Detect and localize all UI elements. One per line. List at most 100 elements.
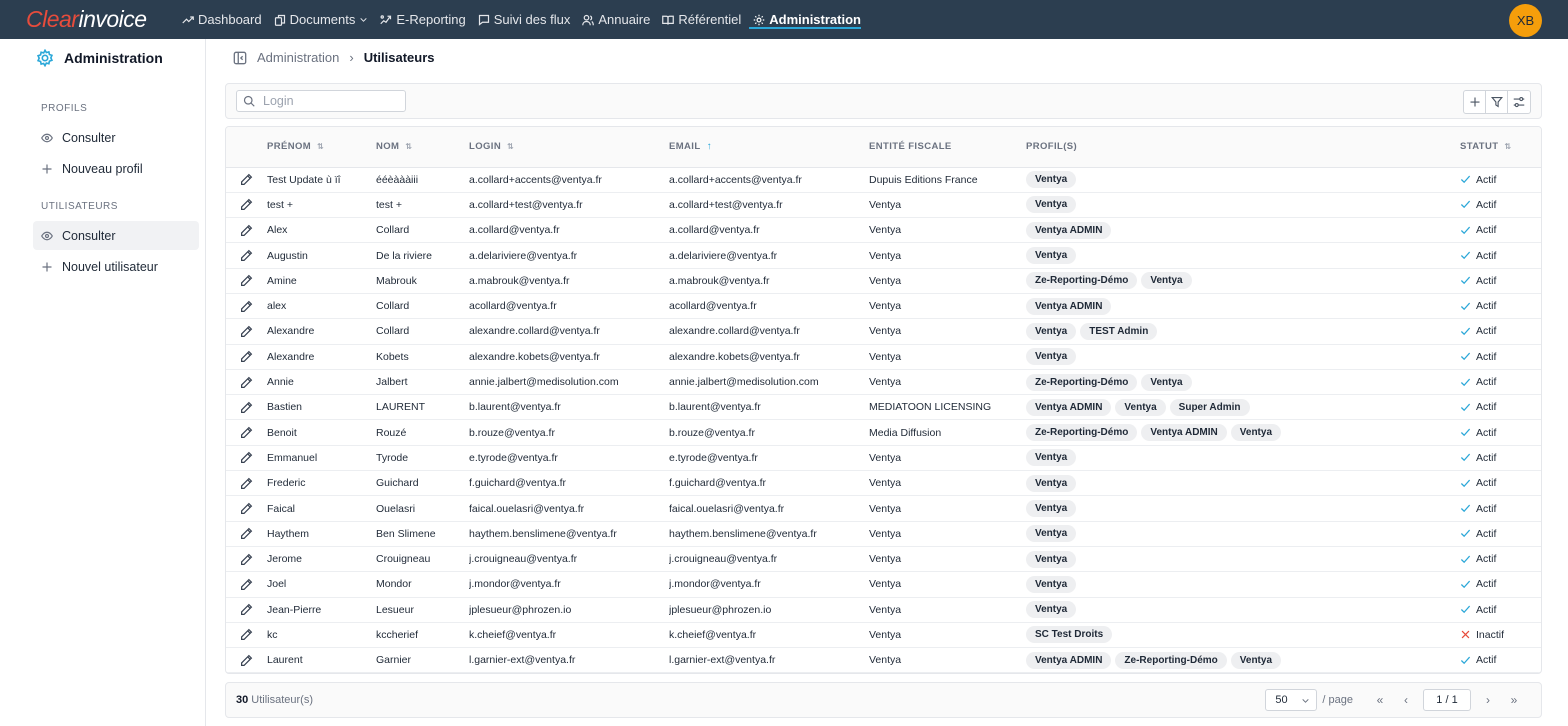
edit-button[interactable] [226,597,267,622]
col-email[interactable]: EMAIL ↑ [669,127,869,168]
cell-statut: Actif [1460,369,1541,394]
profile-badge: Ventya [1026,575,1077,593]
sort-icon[interactable]: ⇅ [405,142,412,151]
edit-button[interactable] [226,395,267,420]
table-row[interactable]: Frederic Guichard f.guichard@ventya.fr f.gu… [226,471,1541,496]
sort-icon[interactable]: ⇅ [507,142,514,151]
table-row[interactable]: Jerome Crouigneau j.crouigneau@ventya.fr j.… [226,546,1541,572]
nav-documents[interactable]: Documents [268,0,375,39]
table-row[interactable]: Laurent Garnier l.garnier-ext@ventya.fr l.g… [226,648,1541,673]
chevron-left-icon: ‹ [1404,693,1408,707]
sort-asc-icon[interactable]: ↑ [707,141,712,151]
edit-button[interactable] [226,648,267,673]
table-row[interactable]: Annie Jalbert annie.jalbert@medisolution.c… [226,369,1541,395]
status-indicator: Actif [1460,173,1541,186]
table-row[interactable]: Haythem Ben Slimene haythem.benslimene@ven… [226,521,1541,547]
edit-button[interactable] [226,546,267,571]
next-page-button[interactable]: › [1475,689,1501,711]
page-size-select[interactable]: 50 [1265,689,1318,711]
table-row[interactable]: Augustin De la riviere a.delariviere@venty… [226,243,1541,269]
nav-administration[interactable]: Administration [747,0,867,39]
edit-button[interactable] [226,420,267,445]
cell-login: acollard@ventya.fr [469,300,557,313]
sidebar-item-nouveau-profil[interactable]: Nouveau profil [33,154,199,183]
sidebar-item-profils-consulter[interactable]: Consulter [33,123,199,152]
table-row[interactable]: Emmanuel Tyrode e.tyrode@ventya.fr e.tyrode… [226,445,1541,471]
edit-button[interactable] [226,344,267,369]
edit-button[interactable] [226,192,267,217]
edit-button[interactable] [226,521,267,546]
search-box[interactable] [236,90,406,112]
cell-prenom: Test Update ù ïî [267,173,341,186]
sort-icon[interactable]: ⇅ [1504,142,1511,151]
edit-button[interactable] [226,572,267,597]
col-nom[interactable]: NOM ⇅ [376,127,469,168]
cell-profils: Ventya [1026,344,1460,369]
table-row[interactable]: Jean-Pierre Lesueur jplesueur@phrozen.io jp… [226,597,1541,623]
col-prenom[interactable]: PRÉNOM ⇅ [267,127,376,168]
status-indicator: Actif [1460,578,1541,590]
column-settings-button[interactable] [1508,91,1530,113]
table-row[interactable]: kc kccherief k.cheief@ventya.fr k.cheief@ve… [226,622,1541,648]
nav-dashboard[interactable]: Dashboard [176,0,268,39]
table-row[interactable]: Bastien LAURENT b.laurent@ventya.fr b.laure… [226,395,1541,420]
edit-button[interactable] [226,445,267,470]
edit-button[interactable] [226,293,267,318]
cell-prenom: Jerome [267,553,303,566]
check-icon [1460,302,1471,310]
table-row[interactable]: Amine Mabrouk a.mabrouk@ventya.fr a.mabrouk… [226,268,1541,294]
table-row[interactable]: Benoit Rouzé b.rouze@ventya.fr b.rouze@vent… [226,420,1541,446]
edit-button[interactable] [226,268,267,293]
profile-badge: Ventya [1026,196,1077,214]
table-row[interactable]: Joel Mondor j.mondor@ventya.fr j.mondor@ven… [226,572,1541,598]
edit-button[interactable] [226,622,267,647]
filter-button[interactable] [1486,91,1508,113]
cell-entite-fiscale: Ventya [869,502,902,515]
e-reporting-icon [380,14,392,24]
user-avatar[interactable]: XB [1509,4,1542,37]
sidebar-item-nouvel-utilisateur[interactable]: Nouvel utilisateur [33,252,199,281]
login-search-input[interactable] [263,94,393,108]
nav-suivi-des-flux[interactable]: Suivi des flux [472,0,577,39]
first-page-button[interactable]: « [1367,689,1393,711]
table-row[interactable]: alex Collard acollard@ventya.fr acollard@ve… [226,293,1541,319]
status-label: Actif [1476,173,1497,186]
edit-button[interactable] [226,471,267,496]
col-statut[interactable]: STATUT ⇅ [1460,127,1541,168]
cell-prenom: Augustin [267,249,308,262]
table-row[interactable]: Faical Ouelasri faical.ouelasri@ventya.fr f… [226,496,1541,522]
cell-statut: Inactif [1460,622,1541,647]
sort-icon[interactable]: ⇅ [317,142,324,151]
app-logo[interactable]: Clearinvoice [26,6,147,33]
status-label: Actif [1476,553,1497,566]
status-label: Actif [1476,300,1497,313]
edit-button[interactable] [226,369,267,394]
edit-button[interactable] [226,167,267,192]
sidebar-toggle-icon[interactable] [233,51,247,65]
sidebar-item-utilisateurs-consulter[interactable]: Consulter [33,221,199,250]
profile-badge: Ventya [1115,398,1166,416]
table-row[interactable]: Test Update ù ïî ééèàààiii a.collard+accen… [226,167,1541,193]
edit-button[interactable] [226,218,267,243]
nav-referentiel[interactable]: Référentiel [656,0,747,39]
edit-button[interactable] [226,496,267,521]
last-page-button[interactable]: » [1501,689,1527,711]
cell-nom: LAURENT [376,401,426,414]
col-label: STATUT [1460,141,1499,153]
edit-button[interactable] [226,243,267,268]
prev-page-button[interactable]: ‹ [1393,689,1419,711]
edit-button[interactable] [226,319,267,344]
col-login[interactable]: LOGIN ⇅ [469,127,669,168]
add-user-button[interactable] [1464,91,1486,113]
nav-e-reporting[interactable]: E-Reporting [374,0,471,39]
table-row[interactable]: Alexandre Collard alexandre.collard@ventya… [226,319,1541,345]
nav-annuaire[interactable]: Annuaire [576,0,656,39]
cell-profils: SC Test Droits [1026,622,1460,647]
table-row[interactable]: Alex Collard a.collard@ventya.fr a.collard@… [226,218,1541,243]
cell-profils: Ventya [1026,167,1460,192]
table-row[interactable]: Alexandre Kobets alexandre.kobets@ventya.f… [226,344,1541,370]
table-row[interactable]: test + test + a.collard+test@ventya.fr a.co… [226,192,1541,218]
cell-entite-fiscale: Media Diffusion [869,426,942,439]
breadcrumb-parent[interactable]: Administration [257,50,339,65]
page-indicator[interactable]: 1 / 1 [1423,689,1471,711]
